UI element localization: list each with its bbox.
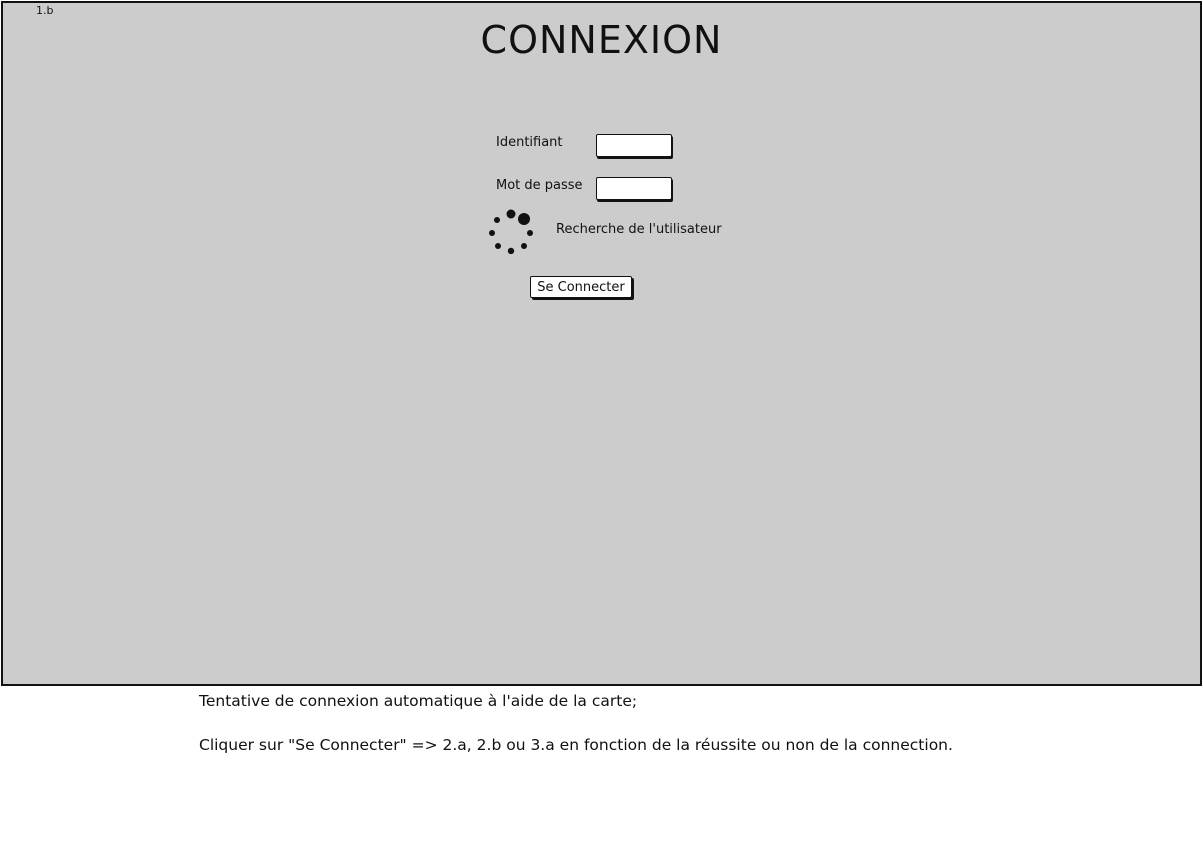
spinner-dot (495, 243, 501, 249)
password-label: Mot de passe (496, 178, 583, 193)
annotation-note: Cliquer sur "Se Connecter" => 2.a, 2.b o… (199, 736, 953, 754)
spinner-dot (489, 230, 495, 236)
loading-spinner-icon (489, 209, 533, 254)
spinner-dot (527, 230, 533, 236)
spinner-dot (506, 209, 516, 219)
page: 1.b CONNEXION Identifiant Mot de passe R… (0, 0, 1203, 847)
password-input[interactable] (596, 177, 672, 200)
username-input[interactable] (596, 134, 672, 157)
screen-id: 1.b (36, 4, 54, 17)
connect-button[interactable]: Se Connecter (530, 276, 632, 298)
username-label: Identifiant (496, 135, 563, 150)
wireframe-screen (1, 1, 1202, 686)
spinner-dot (507, 247, 515, 254)
annotation-note: Tentative de connexion automatique à l'a… (199, 692, 638, 710)
spinner-dot (521, 243, 527, 249)
spinner-dot (494, 217, 500, 223)
spinner-dot (518, 213, 530, 225)
page-title: CONNEXION (480, 18, 723, 62)
status-text: Recherche de l'utilisateur (556, 222, 722, 237)
